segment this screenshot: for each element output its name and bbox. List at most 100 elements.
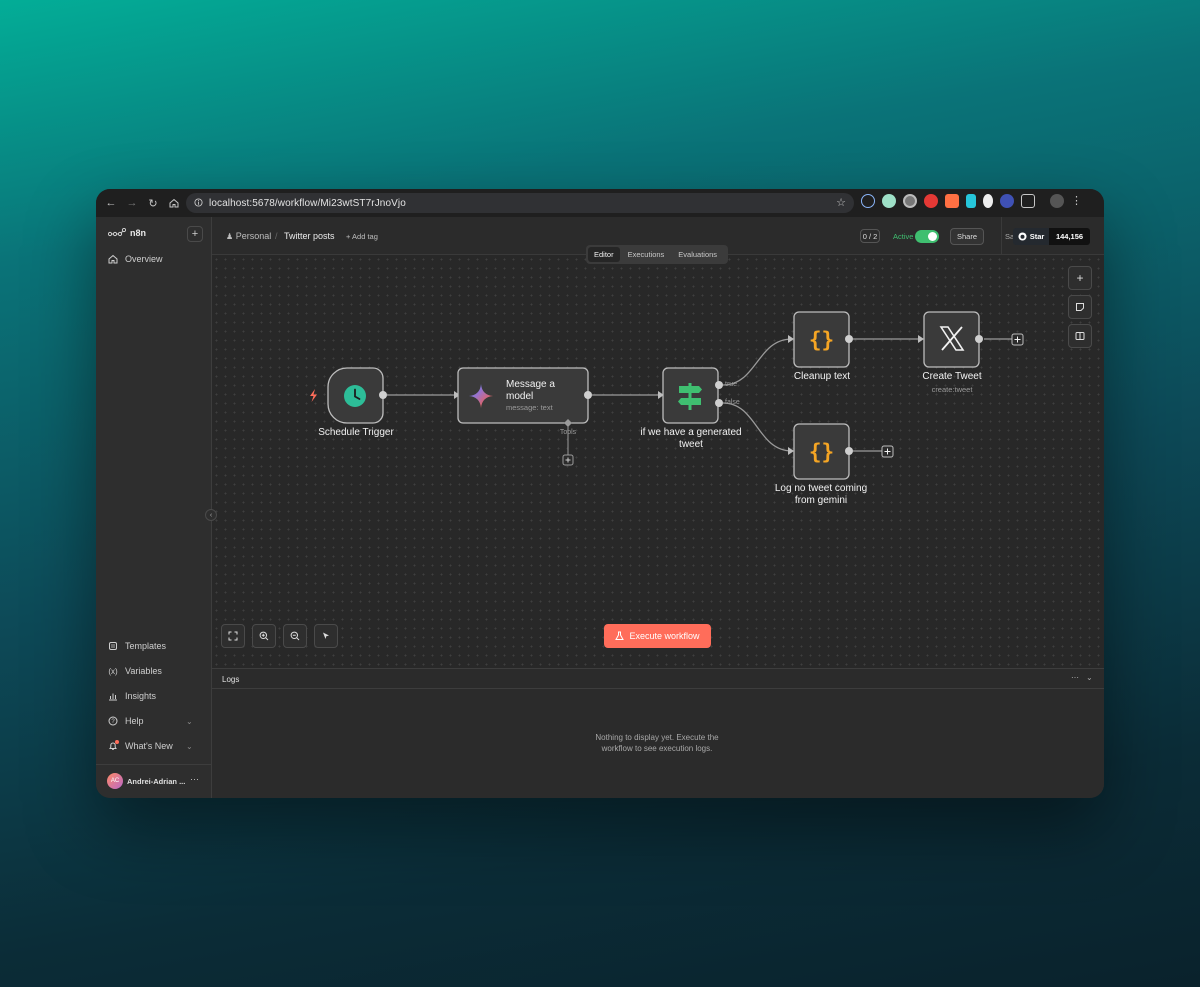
node-label-line: Message a: [506, 379, 555, 390]
chart-bar-icon: [109, 693, 117, 701]
trigger-bolt-icon: [310, 389, 317, 402]
breadcrumb-project[interactable]: ♟ Personal: [226, 231, 271, 241]
more-icon[interactable]: ⋯: [190, 774, 199, 785]
connection-arrow: [918, 335, 924, 343]
tab-executions[interactable]: Executions: [622, 247, 671, 262]
node-label: Message a model: [506, 379, 586, 403]
github-star-label: Star: [1029, 232, 1045, 241]
logs-header[interactable]: Logs ⋯ ⌄: [212, 669, 1104, 689]
extension-icon[interactable]: [966, 194, 976, 208]
extension-icon[interactable]: [945, 194, 959, 208]
false-output-handle: [715, 399, 723, 407]
logs-title: Logs: [222, 675, 240, 684]
brand-name: n8n: [130, 228, 147, 238]
node-label-line: Log no tweet coming: [774, 483, 868, 494]
brand[interactable]: n8n: [108, 228, 146, 238]
url-text: localhost:5678/workflow/Mi23wtST7rJnoVjo: [209, 197, 406, 209]
execute-workflow-button[interactable]: Execute workflow: [604, 624, 711, 648]
node-label: if we have a generated tweet: [630, 427, 752, 451]
github-star-count: 144,156: [1049, 228, 1090, 245]
logs-empty-line: Nothing to display yet. Execute the: [595, 733, 719, 742]
sidebar-item-label: Templates: [125, 641, 167, 651]
tab-editor[interactable]: Editor: [588, 247, 620, 262]
code-braces-icon: {}: [809, 328, 834, 352]
sidebar-item-help[interactable]: ? Help ⌄: [108, 716, 208, 726]
address-bar[interactable]: localhost:5678/workflow/Mi23wtST7rJnoVjo…: [186, 193, 854, 213]
output-handle: [975, 335, 983, 343]
active-toggle[interactable]: [915, 230, 939, 243]
sidebar-item-label: Overview: [125, 254, 163, 264]
sidebar: n8n + Overview Templates (x) Variables I…: [96, 217, 212, 798]
sidebar-item-insights[interactable]: Insights: [108, 691, 156, 701]
active-label: Active: [893, 232, 914, 241]
zoom-in-icon[interactable]: [252, 624, 276, 648]
extension-icon[interactable]: [983, 194, 993, 208]
forward-icon[interactable]: →: [123, 194, 141, 212]
back-icon[interactable]: ←: [102, 194, 120, 212]
fit-view-icon[interactable]: [221, 624, 245, 648]
node-label-line: from gemini: [794, 495, 848, 506]
sidebar-item-templates[interactable]: Templates: [108, 641, 166, 651]
extension-icon[interactable]: [903, 194, 917, 208]
add-node-panel-button[interactable]: +: [1068, 266, 1092, 290]
code-braces-icon: {}: [809, 440, 834, 464]
sidebar-item-label: What's New: [125, 741, 173, 751]
connection-arrow: [788, 447, 794, 455]
output-handle: [379, 391, 387, 399]
collapse-sidebar-button[interactable]: ‹: [205, 509, 217, 521]
chevron-down-icon[interactable]: ⌄: [1086, 673, 1093, 682]
false-branch-label: false: [725, 399, 740, 406]
sidebar-item-overview[interactable]: Overview: [108, 254, 163, 264]
workflow-title[interactable]: Twitter posts: [284, 231, 335, 241]
share-button[interactable]: Share: [950, 228, 984, 245]
browser-window: ← → ↻ localhost:5678/workflow/Mi23wtST7r…: [96, 189, 1104, 798]
browser-toolbar: ← → ↻ localhost:5678/workflow/Mi23wtST7r…: [96, 189, 1104, 217]
sticky-note-icon[interactable]: [1068, 295, 1092, 319]
pointer-mode-icon[interactable]: [314, 624, 338, 648]
reload-icon[interactable]: ↻: [144, 194, 162, 212]
extension-icon[interactable]: [1000, 194, 1014, 208]
workflow-canvas[interactable]: {} {} Schedule Trigger Message a model m…: [212, 255, 1104, 668]
add-tag-link[interactable]: + Add tag: [346, 232, 378, 241]
create-button[interactable]: +: [187, 226, 203, 242]
github-star-button[interactable]: Star 144,156: [1013, 228, 1090, 245]
node-subtitle: create:tweet: [931, 385, 973, 394]
sidebar-item-variables[interactable]: (x) Variables: [108, 666, 162, 676]
node-label: Cleanup text: [793, 371, 851, 382]
execute-label: Execute workflow: [629, 631, 700, 641]
panel-toggle-icon[interactable]: [1068, 324, 1092, 348]
output-handle: [845, 335, 853, 343]
profile-icon[interactable]: [1050, 194, 1064, 208]
output-handle: [845, 447, 853, 455]
templates-icon: [109, 642, 117, 650]
logs-more-icon[interactable]: ⋯: [1071, 673, 1079, 682]
user-name: Andrei-Adrian ...: [127, 777, 186, 786]
extensions-row: ⋮: [861, 194, 1082, 208]
zoom-out-icon[interactable]: [283, 624, 307, 648]
home-icon[interactable]: [165, 194, 183, 212]
bookmark-star-icon[interactable]: ☆: [836, 196, 846, 209]
sidebar-item-whats-new[interactable]: What's New ⌄: [108, 740, 208, 751]
github-icon: [1018, 232, 1027, 241]
node-label-line: tweet: [679, 439, 703, 450]
extension-icon[interactable]: [924, 194, 938, 208]
breadcrumb-separator: /: [275, 231, 278, 241]
logs-empty-message: Nothing to display yet. Execute the work…: [552, 732, 762, 754]
node-subtitle: message: text: [506, 403, 553, 412]
tab-evaluations[interactable]: Evaluations: [672, 247, 723, 262]
node-label: Create Tweet: [922, 371, 982, 382]
tools-label: Tools: [559, 429, 577, 436]
puzzle-icon[interactable]: [1021, 194, 1035, 208]
site-info-icon[interactable]: [194, 194, 203, 212]
node-label-line: model: [506, 391, 534, 402]
sidebar-item-label: Help: [125, 716, 144, 726]
chevron-down-icon: ⌄: [186, 741, 193, 751]
header-divider: [1001, 217, 1002, 255]
extension-icon[interactable]: [861, 194, 875, 208]
browser-menu-icon[interactable]: ⋮: [1071, 194, 1082, 208]
connections-layer: {} {}: [310, 311, 1024, 480]
variables-icon: (x): [108, 666, 118, 676]
help-icon: ?: [108, 716, 118, 726]
avatar[interactable]: AC: [107, 773, 123, 789]
extension-icon[interactable]: [882, 194, 896, 208]
